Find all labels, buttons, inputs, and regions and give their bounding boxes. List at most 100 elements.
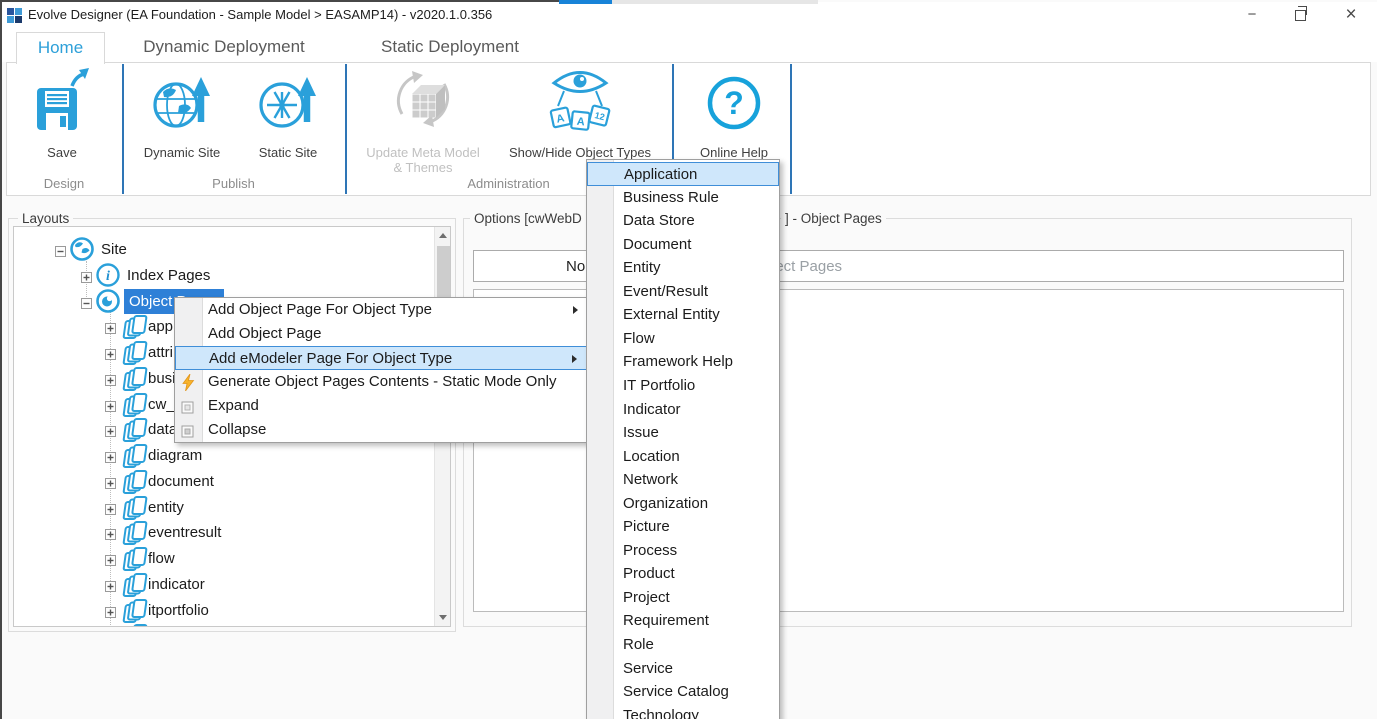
globe-upload-icon: [149, 68, 215, 137]
object-type-item[interactable]: Product: [587, 562, 779, 586]
object-type-item[interactable]: Indicator: [587, 398, 779, 422]
save-button-label: Save: [22, 145, 102, 160]
close-icon: ×: [1345, 4, 1356, 25]
object-type-item-label: Indicator: [623, 398, 681, 422]
tree-item-label: busi: [148, 366, 176, 391]
tree-item-label: attri: [148, 340, 173, 365]
tree-item[interactable]: iIndex Pages: [14, 263, 450, 288]
tree-item[interactable]: eventresult: [14, 520, 450, 545]
restore-button[interactable]: [1283, 2, 1317, 28]
tree-item[interactable]: indicator: [14, 572, 450, 597]
tree-item[interactable]: flow: [14, 546, 450, 571]
object-type-item-label: Data Store: [623, 209, 695, 233]
object-type-item[interactable]: Business Rule: [587, 186, 779, 210]
tab-home[interactable]: Home: [16, 32, 105, 64]
expand-expander-icon[interactable]: [105, 502, 116, 519]
tree-item-label: diagram: [148, 443, 202, 468]
static-site-button[interactable]: Static Site: [240, 66, 336, 162]
context-menu-item[interactable]: Add Object Page: [175, 322, 587, 346]
tree-item[interactable]: entity: [14, 495, 450, 520]
object-type-item[interactable]: Event/Result: [587, 280, 779, 304]
object-type-item[interactable]: Role: [587, 633, 779, 657]
object-type-item-label: Application: [624, 163, 697, 187]
object-type-item[interactable]: Network: [587, 468, 779, 492]
submenu-arrow-icon: [573, 306, 578, 314]
save-button[interactable]: Save: [22, 66, 102, 162]
collapse-box-icon: [181, 422, 194, 446]
expand-expander-icon[interactable]: [105, 424, 116, 441]
minimize-button[interactable]: −: [1235, 2, 1269, 28]
expand-expander-icon[interactable]: [105, 399, 116, 416]
scroll-up-arrow[interactable]: [435, 227, 451, 244]
expand-expander-icon[interactable]: [105, 347, 116, 364]
object-type-item[interactable]: Entity: [587, 256, 779, 280]
object-type-item[interactable]: Picture: [587, 515, 779, 539]
object-pages-icon: [95, 288, 121, 318]
pages-icon: [119, 622, 149, 627]
object-type-item[interactable]: Organization: [587, 492, 779, 516]
online-help-icon: ?: [705, 74, 763, 137]
tree-item-label: eventresult: [148, 520, 221, 545]
context-menu-item[interactable]: Collapse: [175, 418, 587, 442]
tab-static-deployment[interactable]: Static Deployment: [354, 32, 546, 62]
expand-expander-icon[interactable]: [105, 553, 116, 570]
object-type-item[interactable]: Requirement: [587, 609, 779, 633]
tree-item[interactable]: document: [14, 469, 450, 494]
object-type-item[interactable]: Location: [587, 445, 779, 469]
ribbon-group-publish: Publish: [122, 176, 345, 194]
layouts-panel-title: Layouts: [18, 211, 73, 226]
tree-item[interactable]: diagram: [14, 443, 450, 468]
context-menu-item[interactable]: Expand: [175, 394, 587, 418]
object-type-item-label: Network: [623, 468, 678, 492]
object-type-item[interactable]: Process: [587, 539, 779, 563]
object-type-item[interactable]: Flow: [587, 327, 779, 351]
object-type-item[interactable]: Technology: [587, 704, 779, 719]
context-menu-item[interactable]: Add Object Page For Object Type: [175, 298, 587, 322]
object-type-item[interactable]: External Entity: [587, 303, 779, 327]
expand-expander-icon[interactable]: [105, 373, 116, 390]
context-menu-item[interactable]: Add eModeler Page For Object Type: [175, 346, 587, 370]
object-type-item[interactable]: Service: [587, 657, 779, 681]
tab-dynamic-deployment[interactable]: Dynamic Deployment: [118, 32, 330, 62]
object-type-item[interactable]: Framework Help: [587, 350, 779, 374]
update-meta-model-button[interactable]: Update Meta Model & Themes: [355, 66, 491, 162]
expand-expander-icon[interactable]: [105, 450, 116, 467]
online-help-button[interactable]: ? Online Help: [678, 66, 790, 162]
ribbon-group-design: Design: [6, 176, 122, 194]
expand-expander-icon[interactable]: [105, 605, 116, 622]
object-type-item[interactable]: Data Store: [587, 209, 779, 233]
tab-dynamic-deployment-label: Dynamic Deployment: [143, 37, 305, 56]
tree-item[interactable]: [14, 623, 450, 627]
tree-item[interactable]: Site: [14, 237, 450, 262]
context-menu-item[interactable]: Generate Object Pages Contents - Static …: [175, 370, 587, 394]
expand-expander-icon[interactable]: [105, 321, 116, 338]
static-site-button-label: Static Site: [240, 145, 336, 160]
tree-item-label: flow: [148, 546, 175, 571]
close-button[interactable]: ×: [1334, 2, 1368, 28]
object-type-item[interactable]: Issue: [587, 421, 779, 445]
object-type-item-label: Service Catalog: [623, 680, 729, 704]
save-icon: [35, 68, 89, 139]
object-type-item[interactable]: Application: [587, 162, 779, 186]
object-type-item[interactable]: Service Catalog: [587, 680, 779, 704]
node-name-input[interactable]: [745, 250, 1344, 282]
object-type-item-label: Product: [623, 562, 675, 586]
app-icon: [6, 7, 23, 29]
object-type-item-label: Event/Result: [623, 280, 708, 304]
show-hide-object-types-button[interactable]: AA12 Show/Hide Object Types: [502, 66, 658, 162]
collapse-expander-icon[interactable]: [55, 244, 66, 261]
object-type-item-label: Flow: [623, 327, 655, 351]
expand-expander-icon[interactable]: [105, 579, 116, 596]
tree-item[interactable]: itportfolio: [14, 598, 450, 623]
object-type-item[interactable]: Document: [587, 233, 779, 257]
context-menu-item-label: Generate Object Pages Contents - Static …: [208, 370, 557, 394]
expand-expander-icon[interactable]: [105, 527, 116, 544]
object-type-item[interactable]: Project: [587, 586, 779, 610]
online-help-button-label: Online Help: [678, 145, 790, 160]
object-type-item[interactable]: IT Portfolio: [587, 374, 779, 398]
scroll-down-arrow[interactable]: [435, 609, 451, 626]
expand-expander-icon[interactable]: [81, 270, 92, 287]
dynamic-site-button[interactable]: Dynamic Site: [132, 66, 232, 162]
collapse-expander-icon[interactable]: [81, 296, 92, 313]
expand-expander-icon[interactable]: [105, 476, 116, 493]
